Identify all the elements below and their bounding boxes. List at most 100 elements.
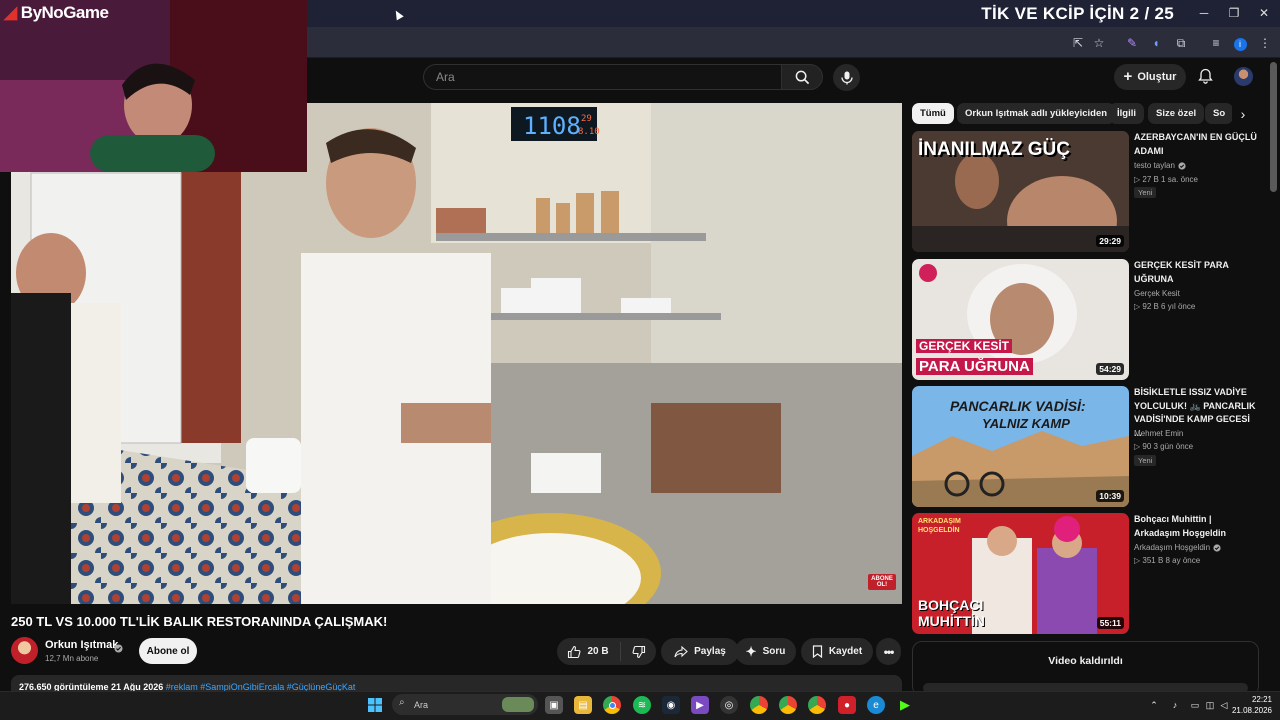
extension-pen-icon[interactable]: ✎ [1123, 34, 1141, 52]
rec-badge-3: Yeni [1134, 455, 1157, 466]
channel-avatar[interactable] [11, 637, 38, 664]
rec-thumb-text-2b: PARA UĞRUNA [916, 358, 1033, 375]
chrome-profile-2-icon[interactable] [750, 696, 768, 714]
minimize-button[interactable]: ─ [1189, 4, 1219, 22]
taskbar-time: 22:21 [1251, 695, 1272, 704]
save-button[interactable]: Kaydet [801, 638, 873, 665]
maximize-button[interactable]: ❐ [1219, 4, 1249, 22]
streamer-logo: ◢ ByNoGame [4, 3, 109, 22]
kitchen-clock-small-top: 29 [581, 114, 592, 124]
microphone-tray-icon[interactable]: ♪ [1168, 698, 1182, 712]
more-horizontal-icon: ••• [883, 644, 895, 659]
windows-start-icon[interactable] [366, 696, 384, 714]
subscribe-button[interactable]: Abone ol [139, 638, 197, 664]
obs-icon[interactable]: ◎ [720, 696, 738, 714]
chip-from-uploader[interactable]: Orkun Işıtmak adlı yükleyiciden [957, 103, 1116, 124]
ask-button[interactable]: ✦ Soru [735, 638, 796, 665]
bookmark-icon [812, 645, 822, 658]
ask-label: Soru [762, 646, 786, 657]
rec-thumbnail-4[interactable]: ARKADAŞIM HOŞGELDİN BOHÇACI MUHİTTİN 55:… [912, 513, 1129, 634]
streamer-logo-text: ByNoGame [20, 3, 109, 22]
rec-duration-4: 55:11 [1096, 617, 1124, 629]
media-app-icon[interactable]: ▶ [691, 696, 709, 714]
rec-channel-name-4: Arkadaşım Hoşgeldin [1134, 543, 1211, 552]
rec-channel-3[interactable]: Mehmet Emin [1134, 429, 1183, 438]
rec-channel-name-1: testo taylan [1134, 161, 1175, 170]
chip-more[interactable]: So [1205, 103, 1234, 124]
chip-all[interactable]: Tümü [912, 103, 954, 124]
extensions-puzzle-icon[interactable]: ⧉ [1172, 34, 1190, 52]
chrome-profile-3-icon[interactable] [779, 696, 797, 714]
rec-meta-3: ▷ 90 3 gün önce [1134, 442, 1194, 451]
subscriber-count: 12,7 Mn abone [45, 654, 99, 663]
rec-thumbnail-1[interactable]: İNANILMAZ GÜÇ 29:29 [912, 131, 1129, 252]
chip-related[interactable]: İlgili [1109, 103, 1144, 124]
webcam-image [0, 0, 307, 172]
rec-duration-2: 54:29 [1096, 363, 1124, 375]
kitchen-clock-time: 1108 [523, 112, 581, 140]
chrome-icon[interactable] [603, 696, 621, 714]
bell-icon [1197, 68, 1213, 84]
task-view-icon[interactable]: ▣ [545, 696, 563, 714]
bookmark-star-icon[interactable]: ☆ [1090, 34, 1108, 52]
video-frame: 1108 29 8.10 [11, 103, 902, 604]
save-label: Kaydet [828, 646, 863, 657]
rec-duration-1: 29:29 [1096, 235, 1124, 247]
thumbs-down-icon [632, 645, 645, 658]
red-app-icon[interactable]: ● [838, 696, 856, 714]
rec-channel-1[interactable]: testo taylan [1134, 161, 1186, 170]
reading-list-icon[interactable]: ≡ [1207, 34, 1225, 52]
voice-search-button[interactable] [833, 64, 860, 91]
rec-thumb-text-4b: BOHÇACI MUHİTTİN [918, 597, 985, 629]
verified-icon [114, 640, 123, 658]
install-app-icon[interactable]: ⇱ [1069, 34, 1087, 52]
edge-icon[interactable]: e [867, 696, 885, 714]
chevron-right-icon: › [1240, 106, 1246, 122]
rec-channel-name-2: Gerçek Kesit [1134, 289, 1180, 298]
rec-duration-3: 10:39 [1096, 490, 1124, 502]
sparkle-icon: ✦ [745, 643, 757, 659]
chrome-profile-4-icon[interactable] [808, 696, 826, 714]
rec-title-1[interactable]: AZERBAYCAN'IN EN GÜÇLÜ ADAMI [1134, 131, 1258, 158]
network-tray-icon[interactable]: ◫ [1203, 698, 1217, 712]
video-player[interactable]: 1108 29 8.10 ABONE OL! [11, 103, 902, 604]
rec-thumbnail-3[interactable]: PANCARLIK VADİSİ: YALNIZ KAMP 10:39 [912, 386, 1129, 507]
share-label: Paylaş [694, 646, 726, 657]
create-button[interactable]: + Oluştur [1114, 64, 1186, 90]
rec-title-2[interactable]: GERÇEK KESİT PARA UĞRUNA [1134, 259, 1258, 286]
browser-menu-icon[interactable]: ⋮ [1256, 34, 1274, 52]
rec-title-4[interactable]: Bohçacı Muhittin | Arkadaşım Hoşgeldin [1134, 513, 1258, 540]
spotify-icon[interactable]: ≋ [633, 696, 651, 714]
chip-for-you[interactable]: Size özel [1148, 103, 1205, 124]
share-button[interactable]: Paylaş [661, 638, 739, 665]
search-input[interactable]: Ara [423, 64, 781, 90]
rec-thumb-text-2a: GERÇEK KESİT [916, 339, 1013, 353]
rec-meta-4: ▷ 351 B 8 ay önce [1134, 556, 1201, 565]
display-tray-icon[interactable]: ▭ [1188, 698, 1202, 712]
kick-app-icon[interactable]: ▶ [896, 696, 914, 714]
page-scrollbar[interactable] [1270, 62, 1277, 192]
taskbar-search[interactable]: ⌕ Ara [392, 694, 538, 715]
user-avatar[interactable] [1234, 67, 1253, 86]
chips-next-button[interactable]: › [1232, 104, 1254, 124]
tray-chevron-up-icon[interactable]: ⌃ [1147, 698, 1161, 712]
rec-meta-1: ▷ 27 B 1 sa. önce [1134, 175, 1198, 184]
stream-overlay-title: TİK VE KCİP İÇİN 2 / 25 [981, 4, 1174, 23]
more-actions-button[interactable]: ••• [876, 638, 901, 665]
video-removed-label: Video kaldırıldı [1048, 655, 1123, 667]
notifications-button[interactable] [1195, 66, 1215, 86]
extension-audio-icon[interactable]: ◖ [1147, 34, 1165, 52]
search-button[interactable] [781, 64, 823, 90]
channel-name[interactable]: Orkun Işıtmak [45, 639, 118, 651]
like-button[interactable]: 20 B [557, 638, 619, 665]
taskbar-clock[interactable]: 22:21 21.08.2026 [1226, 694, 1272, 716]
file-explorer-icon[interactable]: ▤ [574, 696, 592, 714]
steam-icon[interactable]: ◉ [662, 696, 680, 714]
profile-icon[interactable]: i [1231, 34, 1249, 52]
rec-thumbnail-2[interactable]: GERÇEK KESİT PARA UĞRUNA 54:29 [912, 259, 1129, 380]
close-window-button[interactable]: ✕ [1249, 4, 1279, 22]
dislike-button[interactable] [620, 642, 656, 661]
rec-channel-2[interactable]: Gerçek Kesit [1134, 289, 1180, 298]
rec-channel-4[interactable]: Arkadaşım Hoşgeldin [1134, 543, 1221, 552]
rec-thumb-text-4a: ARKADAŞIM HOŞGELDİN [918, 518, 961, 534]
